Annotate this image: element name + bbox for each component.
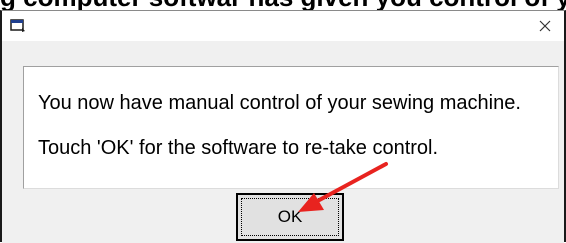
manual-control-dialog: You now have manual control of your sewi… xyxy=(0,10,566,243)
ok-button-label: OK xyxy=(277,207,303,226)
message-line-2: Touch 'OK' for the software to re-take c… xyxy=(38,137,439,159)
window-app-icon xyxy=(10,19,25,32)
message-panel: You now have manual control of your sewi… xyxy=(23,66,559,189)
message-line-1: You now have manual control of your sewi… xyxy=(38,92,521,114)
dialog-client-area: You now have manual control of your sewi… xyxy=(2,41,564,243)
close-icon xyxy=(539,20,551,32)
cropped-caption: g computer softwar has given you control… xyxy=(0,0,566,10)
title-bar[interactable] xyxy=(2,11,564,41)
close-button[interactable] xyxy=(530,12,560,40)
caption-text: g computer softwar has given you control… xyxy=(0,0,566,10)
ok-button[interactable]: OK xyxy=(236,193,344,241)
